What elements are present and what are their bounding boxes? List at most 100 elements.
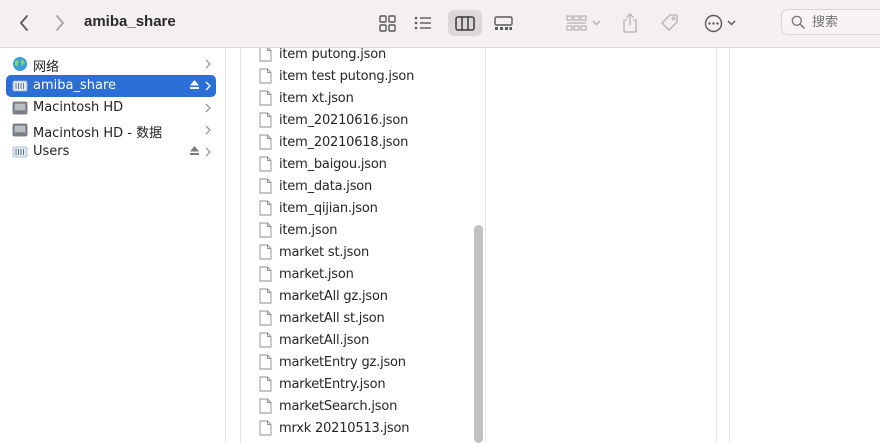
file-row[interactable]: marketEntry.json: [257, 374, 467, 396]
document-icon: [259, 112, 272, 128]
icon-view-button[interactable]: [374, 10, 400, 36]
columns-icon: [455, 15, 475, 31]
document-icon: [259, 200, 272, 216]
document-icon: [259, 354, 272, 370]
file-row[interactable]: item putong.json: [257, 48, 467, 66]
document-icon: [259, 68, 272, 84]
window-title: amiba_share: [84, 13, 176, 30]
file-row[interactable]: marketAll st.json: [257, 308, 467, 330]
file-name: item.json: [279, 223, 338, 238]
chevron-right-icon[interactable]: [205, 81, 211, 91]
file-name: marketAll st.json: [279, 311, 385, 326]
file-column: item putong.json item test putong.json i…: [240, 48, 486, 443]
file-name: marketEntry gz.json: [279, 355, 406, 370]
search-icon: [791, 15, 805, 29]
file-name: marketEntry.json: [279, 377, 386, 392]
document-icon: [259, 156, 272, 172]
file-row[interactable]: item_20210616.json: [257, 110, 467, 132]
file-name: marketAll.json: [279, 333, 370, 348]
sidebar-item-users[interactable]: Users: [6, 141, 216, 163]
sidebar-item-amiba-share[interactable]: amiba_share: [6, 75, 216, 97]
document-icon: [259, 134, 272, 150]
server-icon: [12, 80, 28, 92]
file-row[interactable]: item_qijian.json: [257, 198, 467, 220]
file-row[interactable]: marketSearch.json: [257, 396, 467, 418]
file-name: item xt.json: [279, 91, 354, 106]
file-row[interactable]: marketAll gz.json: [257, 286, 467, 308]
file-row[interactable]: marketAll.json: [257, 330, 467, 352]
document-icon: [259, 310, 272, 326]
toolbar: amiba_share: [0, 0, 880, 48]
chevron-right-icon[interactable]: [205, 125, 211, 135]
grid-icon: [378, 14, 396, 32]
forward-button[interactable]: [50, 12, 70, 34]
sidebar-item-label: 网络: [33, 60, 60, 75]
document-icon: [259, 420, 272, 436]
file-name: mrxk 20210513.json: [279, 421, 410, 436]
file-row[interactable]: item.json: [257, 220, 467, 242]
list-icon: [414, 16, 431, 30]
file-name: market.json: [279, 267, 354, 282]
sidebar-item-label: Macintosh HD - 数据: [33, 126, 163, 141]
chevron-right-icon[interactable]: [205, 147, 211, 157]
share-icon: [623, 13, 637, 33]
file-name: item_20210616.json: [279, 113, 409, 128]
file-row[interactable]: item_data.json: [257, 176, 467, 198]
tag-icon: [661, 14, 678, 31]
file-row[interactable]: market st.json: [257, 242, 467, 264]
sidebar-item-macintosh-hd-data[interactable]: Macintosh HD - 数据: [6, 119, 216, 141]
document-icon: [259, 48, 272, 62]
group-icon: [565, 14, 587, 31]
search-field[interactable]: [781, 9, 880, 35]
more-actions-button[interactable]: [701, 10, 739, 36]
document-icon: [259, 376, 272, 392]
file-name: item_20210618.json: [279, 135, 409, 150]
globe-icon: [13, 57, 27, 71]
file-row[interactable]: item_20210618.json: [257, 132, 467, 154]
server-icon: [12, 146, 28, 158]
scrollbar-thumb[interactable]: [474, 225, 483, 443]
document-icon: [259, 244, 272, 260]
preview-column: [729, 48, 880, 443]
document-icon: [259, 288, 272, 304]
chevron-right-icon: [56, 15, 64, 31]
sidebar-item-macintosh-hd[interactable]: Macintosh HD: [6, 97, 216, 119]
gallery-view-button[interactable]: [490, 10, 516, 36]
file-name: item_qijian.json: [279, 201, 378, 216]
sidebar-item-label: Users: [33, 144, 70, 159]
search-input[interactable]: [812, 15, 880, 30]
sidebar-item-label: amiba_share: [33, 78, 116, 93]
file-row[interactable]: item_baigou.json: [257, 154, 467, 176]
gallery-icon: [493, 15, 513, 30]
tag-button[interactable]: [658, 10, 682, 36]
back-button[interactable]: [14, 12, 34, 34]
eject-icon[interactable]: [189, 145, 200, 156]
chevron-right-icon[interactable]: [205, 59, 211, 69]
file-name: marketSearch.json: [279, 399, 398, 414]
chevron-down-icon: [727, 20, 736, 26]
document-icon: [259, 178, 272, 194]
document-icon: [259, 266, 272, 282]
chevron-down-icon: [592, 20, 600, 26]
chevron-left-icon: [20, 15, 28, 31]
harddisk-icon: [12, 123, 28, 137]
file-name: item_baigou.json: [279, 157, 387, 172]
file-row[interactable]: item test putong.json: [257, 66, 467, 88]
column-view-button[interactable]: [448, 10, 482, 36]
share-button[interactable]: [620, 10, 640, 36]
document-icon: [259, 398, 272, 414]
group-button[interactable]: [564, 10, 602, 36]
file-name: market st.json: [279, 245, 370, 260]
chevron-right-icon[interactable]: [205, 103, 211, 113]
file-name: item putong.json: [279, 48, 387, 62]
sidebar-item-network[interactable]: 网络: [6, 53, 216, 75]
document-icon: [259, 222, 272, 238]
eject-icon[interactable]: [189, 79, 200, 90]
file-row[interactable]: mrxk 20210513.json: [257, 418, 467, 440]
document-icon: [259, 90, 272, 106]
file-row[interactable]: marketEntry gz.json: [257, 352, 467, 374]
file-row[interactable]: item xt.json: [257, 88, 467, 110]
list-view-button[interactable]: [410, 10, 436, 36]
file-row[interactable]: market.json: [257, 264, 467, 286]
harddisk-icon: [12, 101, 28, 115]
